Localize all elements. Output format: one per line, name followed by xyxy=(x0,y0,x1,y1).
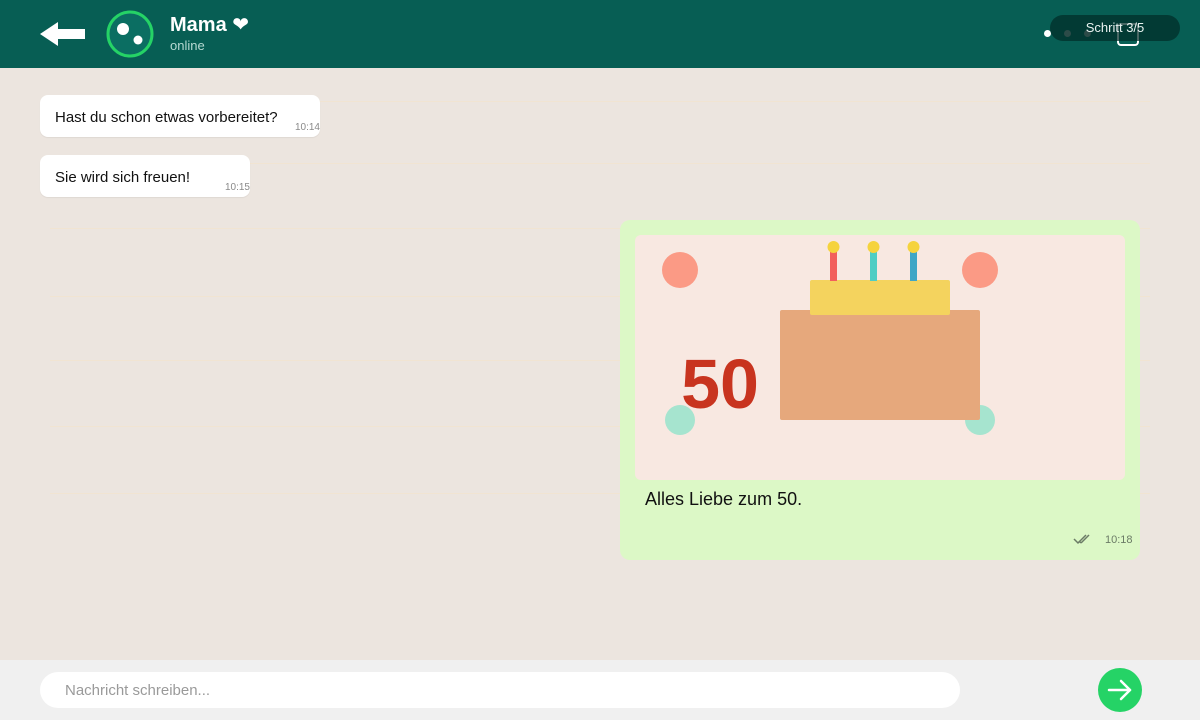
send-arrow-icon xyxy=(1107,679,1132,701)
message-bubble-outgoing[interactable]: 50 Alles Liebe zum 50. 10:18 xyxy=(620,220,1140,560)
message-time: 10:14 xyxy=(294,122,320,133)
candle xyxy=(870,250,877,281)
message-input[interactable] xyxy=(40,672,960,708)
double-check-icon xyxy=(1073,534,1090,545)
arrow-left-icon xyxy=(40,22,85,46)
send-button[interactable] xyxy=(1098,668,1142,712)
chat-header: Mama ❤ online Schritt 3/5 xyxy=(0,0,1200,68)
message-time: 10:18 xyxy=(1105,534,1133,546)
candle xyxy=(910,250,917,281)
chat-area[interactable]: Hast du schon etwas vorbereitet? 10:14 S… xyxy=(0,68,1200,660)
candle-flame xyxy=(827,241,840,253)
contact-status: online xyxy=(170,38,205,53)
message-text: Sie wird sich freuen! xyxy=(55,169,191,186)
contact-name[interactable]: Mama ❤ xyxy=(170,12,249,37)
balloon-decoration xyxy=(962,252,998,288)
birthday-cake-image[interactable]: 50 xyxy=(635,235,1125,480)
avatar[interactable] xyxy=(106,10,154,58)
composer-bar xyxy=(0,660,1200,720)
cake-body xyxy=(780,310,980,420)
message-caption: Alles Liebe zum 50. xyxy=(645,489,803,509)
cake-number-label: 50 xyxy=(681,345,759,423)
candle-flame xyxy=(907,241,920,253)
candle-flame xyxy=(867,241,880,253)
avatar-icon xyxy=(106,10,154,58)
back-button[interactable] xyxy=(38,18,88,50)
candle xyxy=(830,250,837,281)
message-bubble-incoming[interactable]: Sie wird sich freuen! 10:15 xyxy=(40,155,250,197)
message-time: 10:15 xyxy=(224,182,250,193)
cake-top-layer xyxy=(810,280,950,315)
balloon-decoration xyxy=(662,252,698,288)
message-bubble-incoming[interactable]: Hast du schon etwas vorbereitet? 10:14 xyxy=(40,95,320,137)
step-progress-badge: Schritt 3/5 xyxy=(1050,15,1180,41)
message-text: Hast du schon etwas vorbereitet? xyxy=(55,109,278,126)
